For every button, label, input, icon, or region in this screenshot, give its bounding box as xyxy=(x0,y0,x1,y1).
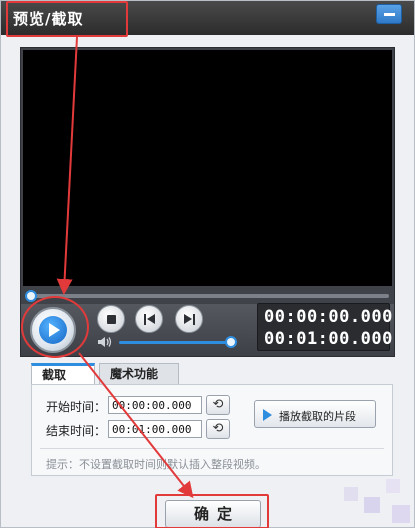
start-time-input[interactable] xyxy=(108,396,202,414)
stop-button[interactable] xyxy=(97,305,125,333)
hint-text: 提示：不设置截取时间则默认插入整段视频。 xyxy=(46,458,266,471)
reset-icon: ⟲ xyxy=(212,397,224,412)
decorative-corner xyxy=(344,479,410,523)
end-time-input[interactable] xyxy=(108,420,202,438)
play-clip-button[interactable]: 播放截取的片段 xyxy=(254,400,376,428)
preview-trim-window: 预览/截取 00:00:00.000 00:01:00.000 截取 魔术功能 … xyxy=(0,0,415,528)
seek-bar[interactable] xyxy=(29,294,389,298)
tab-magic[interactable]: 魔术功能 xyxy=(99,363,179,385)
end-time-label: 结束时间： xyxy=(46,424,107,438)
volume-slider[interactable] xyxy=(119,341,231,344)
play-icon xyxy=(263,409,272,421)
divider xyxy=(40,448,384,449)
start-reset-button[interactable]: ⟲ xyxy=(206,395,230,415)
reset-icon: ⟲ xyxy=(212,421,224,436)
trim-panel: 开始时间： ⟲ 结束时间： ⟲ 播放截取的片段 提示：不设置截取时间则默认插入整… xyxy=(31,384,393,476)
video-screen[interactable] xyxy=(23,50,392,286)
start-time-label: 开始时间： xyxy=(46,400,107,414)
minimize-button[interactable] xyxy=(376,4,402,24)
play-clip-label: 播放截取的片段 xyxy=(279,410,356,423)
volume-knob[interactable] xyxy=(225,336,237,348)
tab-trim[interactable]: 截取 xyxy=(31,363,95,385)
time-display: 00:00:00.000 00:01:00.000 xyxy=(257,303,393,351)
title-annotation-box xyxy=(6,1,128,37)
previous-button[interactable] xyxy=(135,305,163,333)
volume-icon[interactable] xyxy=(97,336,113,348)
play-annotation-circle xyxy=(21,296,89,358)
ok-annotation-box xyxy=(155,494,269,528)
total-time: 00:01:00.000 xyxy=(264,329,393,349)
next-button[interactable] xyxy=(175,305,203,333)
end-reset-button[interactable]: ⟲ xyxy=(206,419,230,439)
minimize-icon xyxy=(384,13,395,16)
current-time: 00:00:00.000 xyxy=(264,307,393,327)
